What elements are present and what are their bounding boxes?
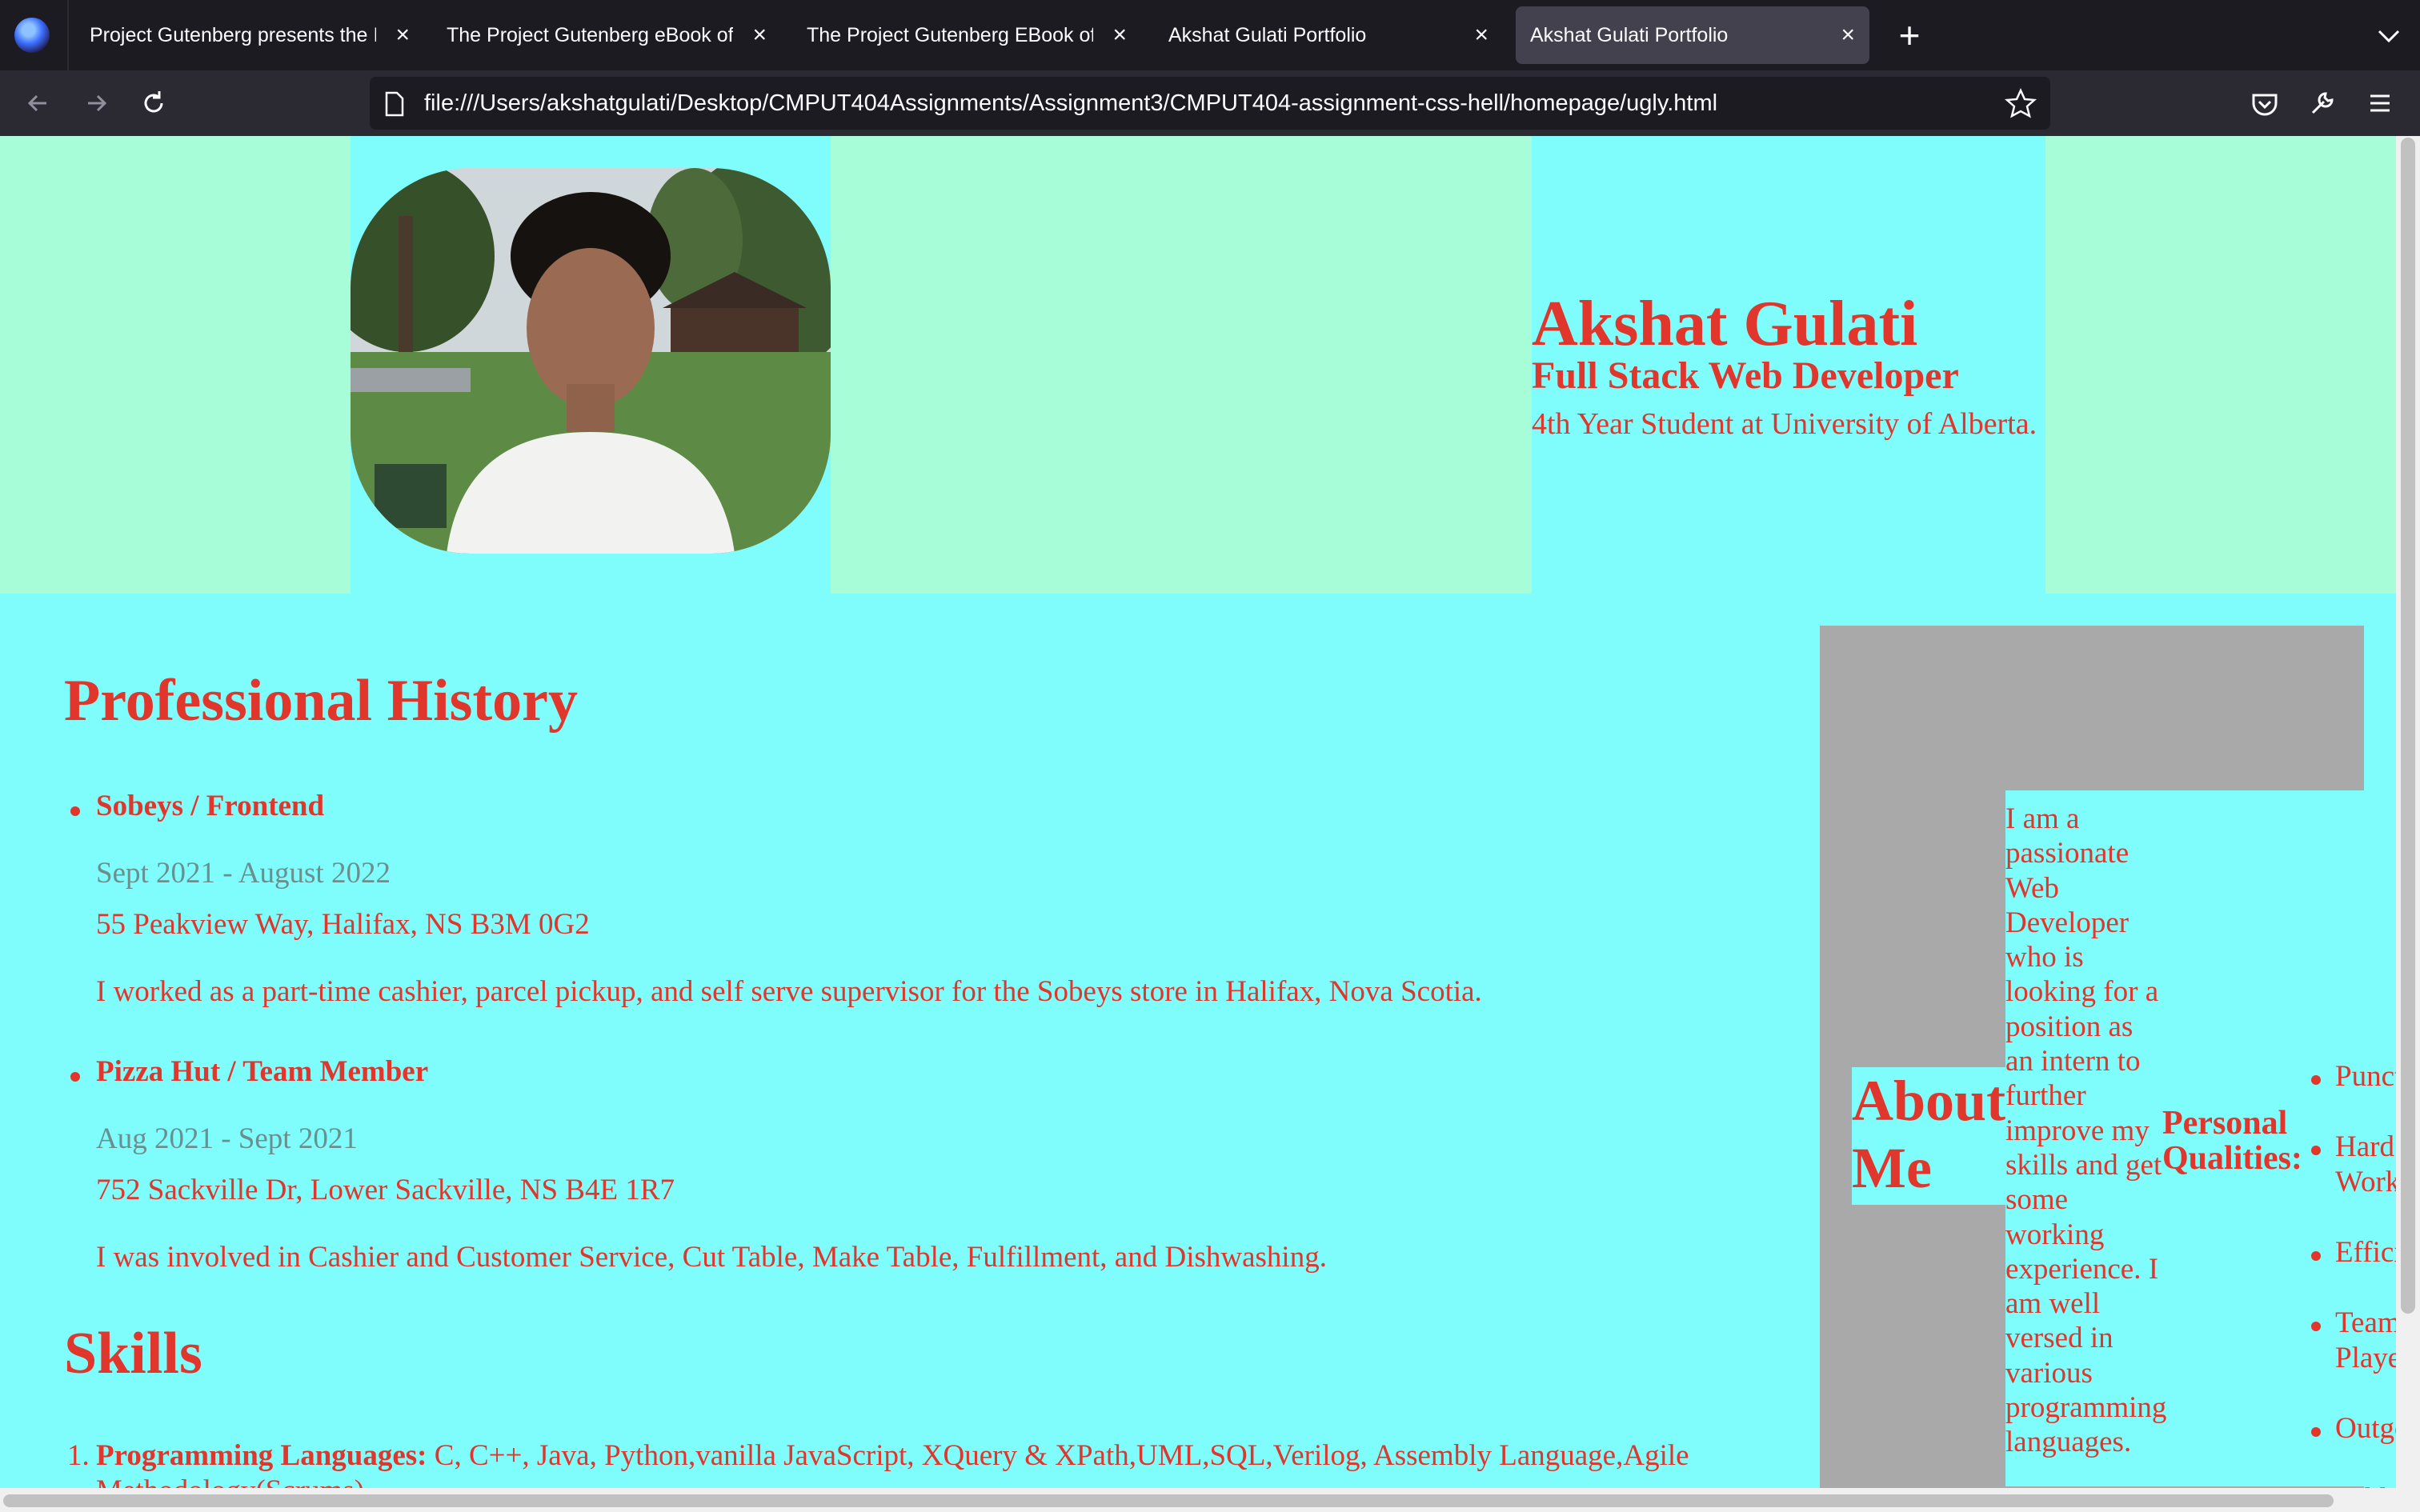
list-bullet [2311,1146,2321,1155]
back-icon[interactable] [19,84,58,122]
professional-history-heading: Professional History [64,668,578,734]
tab-bar: Project Gutenberg presents the Illus × T… [0,0,2420,70]
skill-text: C, C++, Java, Python,vanilla JavaScript,… [427,1439,1689,1472]
url-text[interactable]: file:///Users/akshatgulati/Desktop/CMPUT… [424,77,1717,130]
about-line: Web [2005,871,2059,905]
vertical-scrollbar[interactable] [2396,136,2420,1488]
profile-photo-image [351,168,831,554]
about-line: programming [2005,1391,2167,1425]
about-line: languages. [2005,1426,2132,1459]
tab-title: Akshat Gulati Portfolio [1168,24,1367,46]
list-bullet [2311,1075,2321,1085]
about-text: I am a passionate Web Developer who is l… [2005,802,2166,1460]
list-bullet [70,1072,80,1082]
job-title: Pizza Hut / Team Member [96,1055,429,1088]
quality-item-continued: Work [2335,1166,2401,1198]
quality-item: Hard [2335,1130,2394,1163]
student-subtitle: 4th Year Student at University of Albert… [1532,407,2037,441]
about-line: am well [2005,1287,2101,1321]
profile-photo [351,168,831,554]
job-address: 55 Peakview Way, Halifax, NS B3M 0G2 [96,908,590,941]
quality-item: Effici [2335,1236,2402,1269]
about-aside: About Me I am a passionate Web Developer… [1820,626,2410,1512]
tab-close-icon[interactable]: × [1474,6,1488,64]
tab-close-icon[interactable]: × [1841,6,1855,64]
skill-item: Programming Languages: C, C++, Java, Pyt… [96,1438,1689,1473]
firefox-logo-icon[interactable] [14,18,50,53]
skill-number: 1. [67,1439,90,1472]
skill-label: Programming Languages: [96,1439,427,1472]
about-line: I am a [2005,802,2080,835]
role-subtitle: Full Stack Web Developer [1532,354,1959,397]
list-bullet [2311,1251,2321,1261]
quality-item: Punct [2335,1060,2403,1093]
quality-item: Team [2335,1306,2401,1339]
tab-list-icon[interactable] [2370,18,2407,54]
about-line: Developer [2005,906,2130,939]
page-title: Akshat Gulati [1532,289,1918,359]
job-dates: Sept 2021 - August 2022 [96,857,391,890]
photo-column [351,136,831,594]
bookmark-star-icon[interactable] [2002,85,2039,122]
about-line: looking for a [2005,975,2159,1009]
tab-2[interactable]: The Project Gutenberg EBook of A T × [792,6,1141,64]
about-line: some [2005,1183,2069,1217]
tab-1[interactable]: The Project Gutenberg eBook of Cra × [432,6,781,64]
tools-icon[interactable] [2303,84,2342,122]
forward-icon[interactable] [77,84,115,122]
reload-icon[interactable] [134,84,173,122]
about-line: working [2005,1218,2105,1251]
about-line: further [2005,1079,2086,1113]
job-address: 752 Sackville Dr, Lower Sackville, NS B4… [96,1174,675,1206]
job-description: I worked as a part-time cashier, parcel … [96,975,1482,1008]
tab-title: The Project Gutenberg EBook of A T [807,24,1093,46]
list-bullet [2311,1427,2321,1437]
about-line: who is [2005,941,2084,974]
about-line: versed in [2005,1322,2113,1355]
tab-title: Project Gutenberg presents the Illus [90,24,376,46]
tab-4-active[interactable]: Akshat Gulati Portfolio × [1516,6,1869,64]
url-bar[interactable]: file:///Users/akshatgulati/Desktop/CMPUT… [370,77,2050,130]
horizontal-scrollbar[interactable] [0,1488,2420,1512]
skills-heading: Skills [64,1321,202,1386]
tab-close-icon[interactable]: × [752,6,767,64]
tab-close-icon[interactable]: × [1112,6,1127,64]
about-line: an intern to [2005,1045,2141,1078]
page-icon [385,91,404,117]
list-bullet [2311,1322,2321,1331]
job-title: Sobeys / Frontend [96,790,325,822]
job-description: I was involved in Cashier and Customer S… [96,1241,1327,1274]
about-heading: About Me [1852,1069,2006,1200]
about-line: position as [2005,1010,2134,1043]
tab-3[interactable]: Akshat Gulati Portfolio × [1154,6,1503,64]
page-header: Akshat Gulati Full Stack Web Developer 4… [0,136,2396,594]
about-line: experience. I [2005,1252,2159,1286]
pocket-icon[interactable] [2246,84,2284,122]
new-tab-button[interactable]: + [1889,14,1930,56]
page-viewport: Akshat Gulati Full Stack Web Developer 4… [0,136,2420,1512]
about-line: skills and get [2005,1148,2162,1182]
list-bullet [70,806,80,816]
tab-separator [67,0,69,70]
tab-title: The Project Gutenberg eBook of Cra [447,24,733,46]
portfolio-page: Akshat Gulati Full Stack Web Developer 4… [0,136,2410,1512]
tab-0[interactable]: Project Gutenberg presents the Illus × [75,6,424,64]
tab-title: Akshat Gulati Portfolio [1530,24,1729,46]
job-dates: Aug 2021 - Sept 2021 [96,1122,358,1155]
personal-qualities-heading: Personal Qualities: [2162,1105,2302,1177]
vertical-scrollbar-thumb[interactable] [2401,138,2415,1314]
about-line: passionate [2005,837,2130,870]
quality-item-continued: Playe [2335,1342,2402,1374]
horizontal-scrollbar-thumb[interactable] [3,1494,2334,1507]
about-line: various [2005,1356,2093,1390]
navigation-bar: file:///Users/akshatgulati/Desktop/CMPUT… [0,70,2420,136]
about-line: improve my [2005,1114,2150,1147]
menu-icon[interactable] [2361,84,2399,122]
tab-close-icon[interactable]: × [395,6,410,64]
